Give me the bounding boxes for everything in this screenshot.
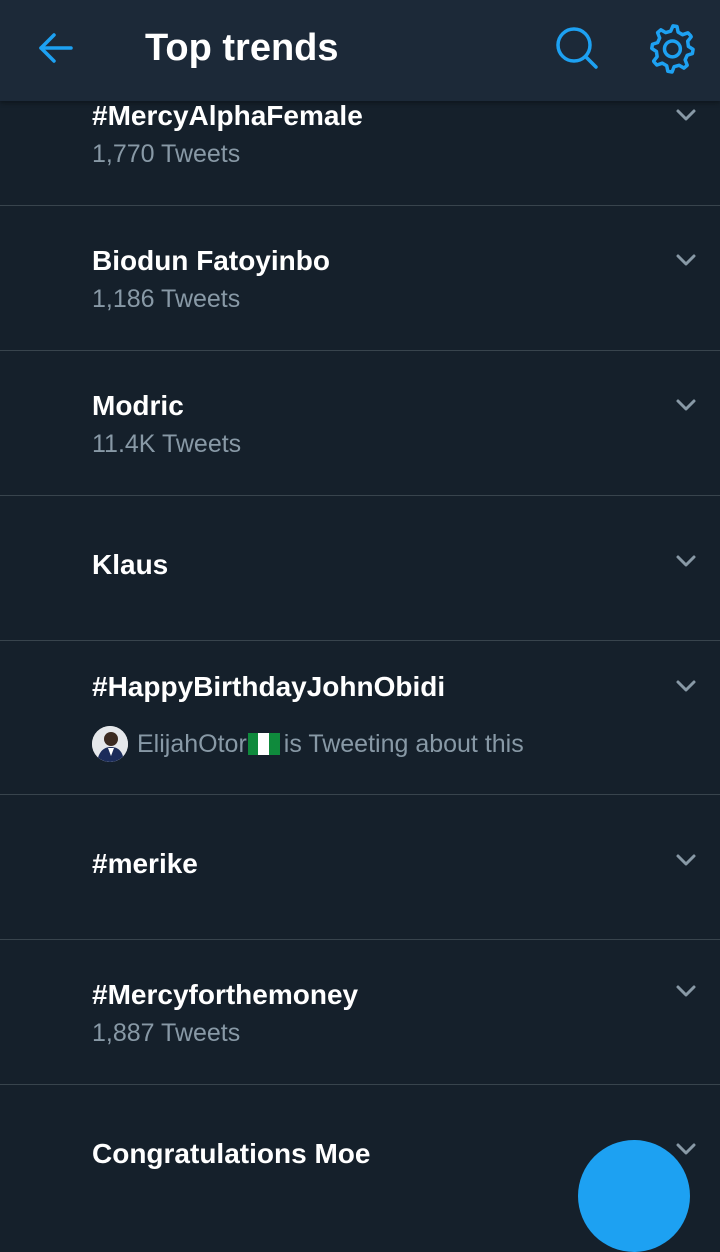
chevron-down-icon[interactable] — [672, 551, 700, 571]
trend-item[interactable]: Modric 11.4K Tweets — [0, 351, 720, 496]
trend-item[interactable]: #Mercyforthemoney 1,887 Tweets — [0, 940, 720, 1085]
trend-item[interactable]: Biodun Fatoyinbo 1,186 Tweets — [0, 206, 720, 351]
avatar[interactable] — [92, 726, 128, 762]
trend-name: #MercyAlphaFemale — [92, 100, 363, 131]
gear-icon[interactable] — [645, 20, 701, 76]
chevron-down-icon[interactable] — [672, 981, 700, 1001]
chevron-down-icon[interactable] — [672, 676, 700, 696]
chevron-down-icon[interactable] — [672, 850, 700, 870]
chevron-down-icon[interactable] — [672, 1139, 700, 1159]
tweet-count: 1,887 Tweets — [92, 1019, 241, 1047]
trend-item[interactable]: #HappyBirthdayJohnObidi ElijahOtor is Tw… — [0, 641, 720, 795]
trend-name: Modric — [92, 390, 184, 421]
trend-name: #HappyBirthdayJohnObidi — [92, 671, 446, 702]
search-icon[interactable] — [549, 20, 605, 76]
top-bar: Top trends — [0, 0, 720, 101]
trend-name: Congratulations Moe — [92, 1138, 371, 1169]
nigeria-flag-icon — [247, 733, 280, 755]
tweeting-context: ElijahOtor is Tweeting about this — [92, 726, 524, 762]
chevron-down-icon[interactable] — [672, 395, 700, 415]
tweet-count: 1,770 Tweets — [92, 140, 241, 168]
arrow-left-icon[interactable] — [30, 24, 82, 72]
trend-name: Klaus — [92, 549, 169, 580]
trend-name: Biodun Fatoyinbo — [92, 245, 330, 276]
trend-item[interactable]: Klaus — [0, 496, 720, 641]
chevron-down-icon[interactable] — [672, 250, 700, 270]
page-title: Top trends — [145, 27, 339, 69]
trend-item[interactable]: #merike — [0, 795, 720, 940]
chevron-down-icon[interactable] — [672, 105, 700, 125]
tweet-count: 11.4K Tweets — [92, 430, 242, 458]
trend-name: #Mercyforthemoney — [92, 979, 359, 1010]
trend-name: #merike — [92, 848, 198, 879]
tweeting-username[interactable]: ElijahOtor — [137, 730, 247, 759]
compose-tweet-button[interactable] — [578, 1140, 690, 1252]
tweet-count: 1,186 Tweets — [92, 285, 241, 313]
tweeting-suffix: is Tweeting about this — [283, 729, 524, 758]
